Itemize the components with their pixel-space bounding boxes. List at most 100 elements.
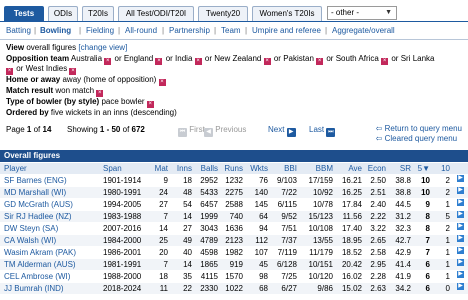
row-details-icon[interactable]: ▶ bbox=[457, 211, 464, 218]
cell-span: 1980-1991 bbox=[103, 188, 142, 197]
remove-filter-icon[interactable]: × bbox=[316, 58, 324, 65]
nav-allround[interactable]: All-round bbox=[125, 24, 157, 38]
col-bbi[interactable]: BBI bbox=[284, 163, 297, 174]
cell-player[interactable]: GD McGrath (AUS) bbox=[4, 199, 73, 210]
cell-tens: 0 bbox=[445, 284, 450, 293]
cell-tens: 2 bbox=[445, 224, 450, 233]
table-row: CA Walsh (WI) 1984-2000 25 49 4789 2123 112 7/3… bbox=[0, 235, 468, 246]
last-page-button[interactable]: Last ⏭ bbox=[309, 124, 336, 137]
row-details-icon[interactable]: ▶ bbox=[457, 199, 464, 206]
cell-wkts: 64 bbox=[259, 212, 268, 221]
cell-player[interactable]: DW Steyn (SA) bbox=[4, 223, 58, 234]
col-bbm[interactable]: BBM bbox=[316, 163, 333, 174]
col-balls[interactable]: Balls bbox=[201, 163, 218, 174]
remove-filter-icon[interactable]: × bbox=[194, 58, 202, 65]
cleared-query-link[interactable]: ⇦ Cleared query menu bbox=[376, 134, 462, 144]
nav-partnership[interactable]: Partnership bbox=[169, 24, 210, 38]
other-format-select[interactable]: - other - ▼ bbox=[327, 6, 397, 20]
first-page-button[interactable]: ⏮ First bbox=[178, 124, 205, 137]
cell-bbm: 15/123 bbox=[308, 212, 333, 221]
col-tens[interactable]: 10 bbox=[441, 163, 450, 174]
col-fives[interactable]: 5▼ bbox=[418, 163, 430, 174]
col-wkts[interactable]: Wkts bbox=[250, 163, 268, 174]
col-player[interactable]: Player bbox=[4, 163, 27, 174]
col-mat[interactable]: Mat bbox=[155, 163, 168, 174]
cell-bbm: 9/86 bbox=[317, 284, 333, 293]
remove-filter-icon[interactable]: × bbox=[146, 101, 154, 108]
cell-player[interactable]: MD Marshall (WI) bbox=[4, 187, 66, 198]
view-line: View overall figures [change view] bbox=[6, 43, 127, 53]
cell-bbm: 13/55 bbox=[312, 236, 333, 245]
opp-team: New Zealand bbox=[214, 54, 262, 63]
opp-team: Sri Lanka bbox=[400, 54, 435, 63]
subnav-divider bbox=[0, 39, 468, 40]
tab-odis[interactable]: ODIs bbox=[48, 6, 78, 21]
table-header-row: Player Span Mat Inns Balls Runs Wkts BBI… bbox=[0, 163, 468, 174]
row-details-icon[interactable]: ▶ bbox=[457, 247, 464, 254]
cell-player[interactable]: TM Alderman (AUS) bbox=[4, 259, 76, 270]
return-query-link[interactable]: ⇦ Return to query menu bbox=[376, 124, 462, 134]
cell-sr: 42.9 bbox=[395, 248, 411, 257]
row-details-icon[interactable]: ▶ bbox=[457, 223, 464, 230]
col-inns[interactable]: Inns bbox=[177, 163, 192, 174]
row-details-icon[interactable]: ▶ bbox=[457, 259, 464, 266]
col-ave[interactable]: Ave bbox=[348, 163, 362, 174]
tab-womens-t20is[interactable]: Women's T20Is bbox=[252, 6, 322, 21]
nav-separator: | bbox=[162, 26, 165, 35]
cell-player[interactable]: Wasim Akram (PAK) bbox=[4, 247, 76, 258]
remove-filter-icon[interactable]: × bbox=[381, 58, 389, 65]
col-span[interactable]: Span bbox=[103, 163, 122, 174]
remove-filter-icon[interactable]: × bbox=[96, 90, 104, 97]
nav-bowling[interactable]: Bowling bbox=[40, 24, 71, 38]
return-query-label: Return to query menu bbox=[384, 124, 462, 133]
row-details-icon[interactable]: ▶ bbox=[457, 235, 464, 242]
or-text: or bbox=[273, 54, 281, 63]
next-page-icon: ▶ bbox=[286, 128, 296, 137]
tab-tests[interactable]: Tests bbox=[4, 6, 44, 21]
remove-filter-icon[interactable]: × bbox=[263, 58, 271, 65]
remove-filter-icon[interactable]: × bbox=[155, 58, 163, 65]
cell-balls: 3043 bbox=[200, 224, 218, 233]
cell-balls: 2330 bbox=[200, 284, 218, 293]
cell-tens: 2 bbox=[445, 188, 450, 197]
tab-twenty20[interactable]: Twenty20 bbox=[198, 6, 248, 21]
nav-fielding[interactable]: Fielding bbox=[86, 24, 114, 38]
cell-player[interactable]: CA Walsh (WI) bbox=[4, 235, 56, 246]
ordered-by-value: five wickets in an inns (descending) bbox=[50, 108, 177, 117]
row-details-icon[interactable]: ▶ bbox=[457, 271, 464, 278]
cell-player[interactable]: CEL Ambrose (WI) bbox=[4, 271, 70, 282]
remove-filter-icon[interactable]: × bbox=[158, 79, 166, 86]
remove-filter-icon[interactable]: × bbox=[104, 58, 112, 65]
cell-fives: 8 bbox=[425, 224, 430, 233]
cell-fives: 8 bbox=[425, 212, 430, 221]
nav-team[interactable]: Team bbox=[221, 24, 241, 38]
row-details-icon[interactable]: ▶ bbox=[457, 283, 464, 290]
row-details-icon[interactable]: ▶ bbox=[457, 187, 464, 194]
nav-aggregate[interactable]: Aggregate/overall bbox=[332, 24, 395, 38]
row-details-icon[interactable]: ▶ bbox=[457, 175, 464, 182]
cell-wkts: 107 bbox=[254, 248, 268, 257]
previous-page-button[interactable]: ◀ Previous bbox=[204, 124, 246, 137]
cell-runs: 919 bbox=[229, 260, 243, 269]
col-econ[interactable]: Econ bbox=[368, 163, 386, 174]
home-away-line: Home or away away (home of opposition) × bbox=[6, 75, 167, 86]
cell-player[interactable]: SF Barnes (ENG) bbox=[4, 175, 67, 186]
cell-ave: 18.52 bbox=[341, 248, 362, 257]
nav-umpire[interactable]: Umpire and referee bbox=[252, 24, 321, 38]
remove-filter-icon[interactable]: × bbox=[69, 68, 77, 75]
col-sr[interactable]: SR bbox=[400, 163, 411, 174]
change-view-link[interactable]: [change view] bbox=[78, 43, 127, 52]
cell-player[interactable]: Sir RJ Hadlee (NZ) bbox=[4, 211, 72, 222]
tab-all-formats[interactable]: All Test/ODI/T20I bbox=[118, 6, 194, 21]
tab-t20is[interactable]: T20Is bbox=[82, 6, 114, 21]
nav-batting[interactable]: Batting bbox=[6, 24, 31, 38]
cell-econ: 2.51 bbox=[370, 188, 386, 197]
remove-filter-icon[interactable]: × bbox=[6, 68, 13, 75]
cell-fives: 7 bbox=[425, 248, 430, 257]
opp-team: India bbox=[175, 54, 193, 63]
next-page-button[interactable]: Next ▶ bbox=[268, 124, 296, 137]
cell-sr: 41.4 bbox=[395, 260, 411, 269]
col-runs[interactable]: Runs bbox=[224, 163, 243, 174]
cell-player[interactable]: JJ Bumrah (IND) bbox=[4, 283, 64, 294]
table-row: CEL Ambrose (WI) 1988-2000 18 35 4115 1570 98 7… bbox=[0, 271, 468, 282]
